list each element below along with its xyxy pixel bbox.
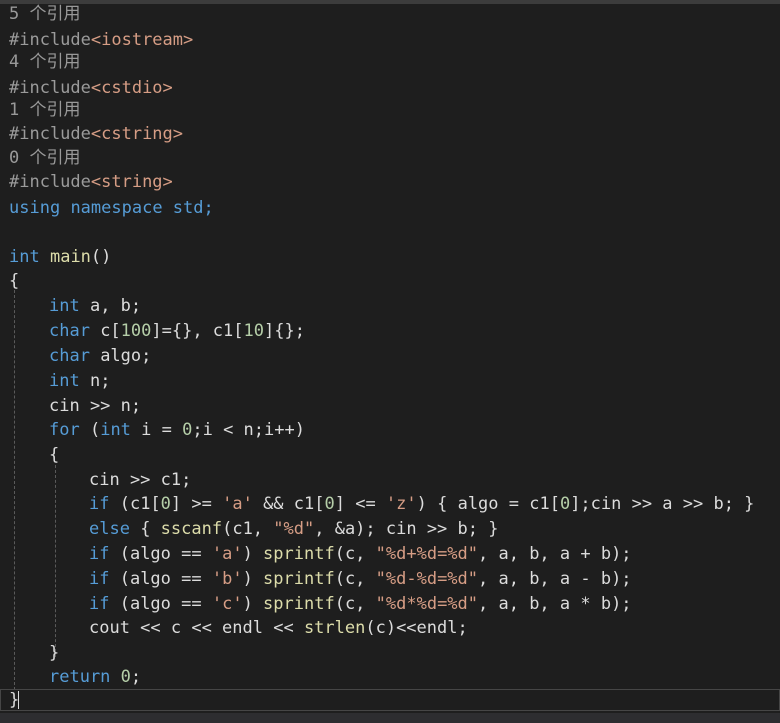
code-line-include-string[interactable]: #include<string> [9,170,173,194]
code-line-else-sscanf[interactable]: else { sscanf(c1, "%d", &a); cin >> b; } [89,517,498,541]
preprocessor-directive: #include [9,30,91,50]
codelens-references-1[interactable]: 5 个引用 [9,2,80,26]
code-line-cin-n[interactable]: cin >> n; [49,394,141,418]
codelens-references-4[interactable]: 0 个引用 [9,146,80,170]
current-line-highlight [0,689,780,711]
code-line-for-loop[interactable]: for (int i = 0;i < n;i++) [49,418,305,442]
code-line-for-open-brace[interactable]: { [49,443,59,467]
code-line-include-cstdio[interactable]: #include<cstdio> [9,76,173,100]
include-header: <iostream> [90,30,194,50]
include-header: <string> [90,172,173,192]
include-header: <cstdio> [90,78,173,98]
code-line-using-namespace[interactable]: using namespace std; [9,196,214,220]
code-line-decl-c[interactable]: char c[100]={}, c1[10]{}; [49,319,305,343]
code-line-if-range[interactable]: if (c1[0] >= 'a' && c1[0] <= 'z') { algo… [89,492,754,516]
code-line-return[interactable]: return 0; [49,665,141,689]
code-line-main-signature[interactable]: int main() [9,245,111,269]
code-line-for-close-brace[interactable]: } [49,641,59,665]
preprocessor-directive: #include [9,124,91,144]
code-line-cin-c1[interactable]: cin >> c1; [89,468,191,492]
code-line-decl-ab[interactable]: int a, b; [49,294,141,318]
code-line-main-open-brace[interactable]: { [9,269,19,293]
editor-bottom-bar [0,713,780,723]
include-header: <cstring> [90,124,184,144]
indent-guide-main [14,290,15,690]
preprocessor-directive: #include [9,172,91,192]
text-caret [18,691,19,709]
code-line-decl-n[interactable]: int n; [49,369,110,393]
codelens-references-3[interactable]: 1 个引用 [9,98,80,122]
preprocessor-directive: #include [9,78,91,98]
code-line-if-sub[interactable]: if (algo == 'b') sprintf(c, "%d-%d=%d", … [89,567,632,591]
code-line-if-add[interactable]: if (algo == 'a') sprintf(c, "%d+%d=%d", … [89,542,632,566]
code-editor[interactable]: 5 个引用 #include<iostream> 4 个引用 #include<… [0,0,780,723]
indent-guide-for [55,465,56,657]
codelens-references-2[interactable]: 4 个引用 [9,50,80,74]
editor-top-border [0,0,780,4]
code-line-decl-algo[interactable]: char algo; [49,344,151,368]
code-line-include-cstring[interactable]: #include<cstring> [9,122,183,146]
code-line-include-iostream[interactable]: #include<iostream> [9,28,193,52]
code-line-cout[interactable]: cout << c << endl << strlen(c)<<endl; [89,616,468,640]
code-line-if-mul[interactable]: if (algo == 'c') sprintf(c, "%d*%d=%d", … [89,592,632,616]
